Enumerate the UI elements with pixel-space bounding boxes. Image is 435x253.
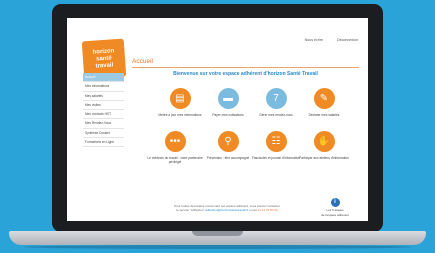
tile-prevention[interactable]: ⚲ Prévention : être accompagné [203,131,253,160]
sidebar-item-rendez-vous[interactable]: Mes Rendez-Vous [83,119,124,129]
five-steps-label-2: de l'espace adhérent [321,213,349,217]
tile-workshops[interactable]: ✋ Participer aux ateliers d'information [299,131,349,160]
footer-email-link[interactable]: adhesion@horizonsantetravail.fr [205,208,248,212]
tile-declare-employees[interactable]: ✎ Déclarer mes salariés [299,88,349,117]
sidebar-item-mes-contacts[interactable]: Mes contacts HST [83,110,124,120]
tile-appointments[interactable]: 7 Gérer mes rendez-vous [251,88,301,117]
pencil-icon: ✎ [313,88,335,109]
logo-text-line3: travail [95,61,114,70]
footer-service: le service "Adhésion" [176,208,205,212]
tile-label: Déclarer mes salariés [308,113,340,117]
sidebar-item-mes-visites[interactable]: Mes visites [83,101,124,111]
page-title: Accueil [132,58,153,65]
laptop-notch [192,231,243,236]
sidebar-item-mes-informations[interactable]: Mes informations [83,82,124,92]
sidebar-item-formations[interactable]: Formations en Ligne [83,138,124,148]
tile-occupational-doctor[interactable]: ••• Le médecin du travail : votre parten… [145,131,205,164]
five-steps-button[interactable]: i Les 5 étapes de l'espace adhérent [312,198,358,217]
tile-label: Mettre à jour mes informations [158,113,202,117]
tile-label: Le médecin du travail : votre partenaire… [147,156,203,165]
tile-label: Payer mes cotisations [212,113,244,117]
sidebar-item-accueil[interactable]: Accueil [83,73,124,83]
title-divider [132,67,359,68]
magnifier-icon: ⚲ [217,131,239,152]
contact-link[interactable]: Nous écrire [305,38,323,42]
laptop-shadow [24,245,411,249]
tile-pay-contributions[interactable]: ▬ Payer mes cotisations [203,88,253,117]
welcome-heading: Bienvenue sur votre espace adhérent d'ho… [173,71,318,77]
logout-link[interactable]: Déconnexion [337,38,358,42]
tile-label: Prévention : être accompagné [206,156,250,160]
five-steps-label-1: Les 5 étapes [326,208,344,212]
tile-newsletters[interactable]: ☷ Fascicules et journal d'information [251,131,301,160]
hand-icon: ✋ [313,131,335,152]
info-icon: i [330,198,340,207]
document-icon: ▤ [169,88,191,109]
tile-update-info[interactable]: ▤ Mettre à jour mes informations [155,88,205,117]
footer-or: ou au [249,208,257,212]
newspaper-icon: ☷ [265,131,287,152]
tile-label: Participer aux ateliers d'information [299,156,349,160]
credit-card-icon: ▬ [217,88,239,109]
footer-contact: Pour toutes demandes concernant cet espa… [137,204,317,212]
screen: Nous écrire Déconnexion horizon santé tr… [67,18,368,221]
sidebar-menu: Accueil Mes informations Mes salariés Me… [83,73,124,148]
tile-label: Fascicules et journal d'information [251,156,301,160]
tile-label: Gérer mes rendez-vous [259,113,293,117]
chat-icon: ••• [164,131,186,152]
top-nav: Nous écrire Déconnexion [305,38,358,42]
footer-phone: 01 41 37 80 00 [257,208,278,212]
sidebar-item-mes-salaries[interactable]: Mes salariés [83,92,124,101]
sidebar-item-synthese-dossier[interactable]: Synthèse Dossier [83,129,124,139]
calendar-icon: 7 [265,88,287,109]
